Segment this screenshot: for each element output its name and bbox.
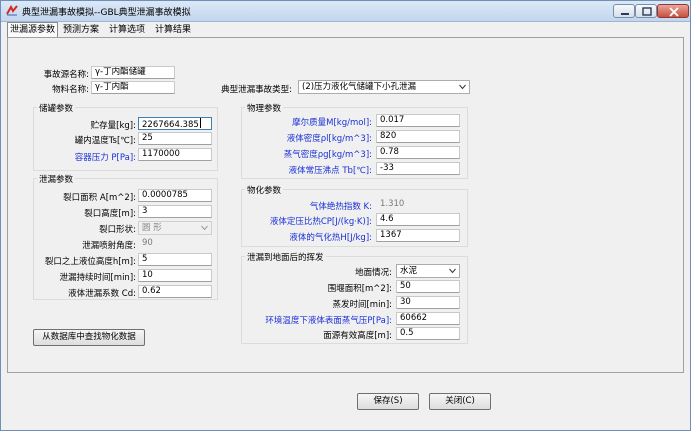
- storage-amount-input[interactable]: 2267664.385: [138, 117, 212, 130]
- ground-condition-label: 地面情况:: [355, 268, 392, 278]
- vessel-pressure-label: 容器压力 P[Pa]:: [74, 153, 136, 163]
- jet-angle-label: 泄漏喷射角度:: [82, 241, 136, 251]
- chevron-down-icon: [459, 84, 466, 90]
- minimize-button[interactable]: [613, 4, 635, 18]
- physical-params-title: 物理参数: [245, 102, 284, 114]
- crack-area-label: 裂口面积 A[m^2]:: [63, 193, 136, 203]
- liquid-density-label: 液体密度ρl[kg/m^3]:: [286, 134, 372, 144]
- liquid-height-input[interactable]: 5: [138, 253, 212, 266]
- accident-type-label: 典型泄漏事故类型:: [221, 85, 292, 95]
- crack-height-label: 裂口高度[m]:: [84, 209, 136, 219]
- close-icon: [669, 7, 679, 17]
- evaporation-title: 泄漏到地面后的挥发: [245, 251, 326, 263]
- save-button[interactable]: 保存(S): [357, 393, 419, 410]
- crack-height-input[interactable]: 3: [138, 205, 212, 218]
- molar-mass-input[interactable]: 0.017: [376, 114, 460, 127]
- jet-angle-input[interactable]: 90: [138, 237, 212, 250]
- liquid-height-label: 裂口之上液位高度h[m]:: [44, 257, 136, 267]
- crack-shape-value: 圆 形: [142, 223, 162, 233]
- heat-capacity-label: 液体定压比热CP[J/(kg·K)]:: [269, 217, 372, 227]
- source-height-input[interactable]: 0.5: [396, 327, 460, 340]
- material-name-label: 物料名称:: [52, 85, 89, 95]
- evaporation-time-label: 蒸发时间[min]:: [332, 300, 392, 310]
- tank-temp-input[interactable]: 25: [138, 132, 212, 145]
- chevron-down-icon: [201, 225, 208, 231]
- leak-coef-label: 液体泄漏系数 Cd:: [68, 289, 136, 299]
- accident-name-label: 事故源名称:: [43, 70, 89, 80]
- cofferdam-area-input[interactable]: 50: [396, 280, 460, 293]
- title-bar[interactable]: 典型泄漏事故模拟--GBL典型泄漏事故模拟: [1, 1, 690, 22]
- ground-condition-value: 水泥: [400, 266, 418, 276]
- storage-amount-value: 2267664.385: [142, 120, 199, 130]
- boiling-point-input[interactable]: -33: [376, 162, 460, 175]
- leak-coef-input[interactable]: 0.62: [138, 285, 212, 298]
- main-window: 典型泄漏事故模拟--GBL典型泄漏事故模拟 泄漏源参数 预测方案 计算选项 计算…: [0, 0, 691, 431]
- leak-duration-label: 泄漏持续时间[min]:: [59, 273, 136, 283]
- maximize-button[interactable]: [635, 4, 657, 18]
- vaporization-heat-input[interactable]: 1367: [376, 229, 460, 242]
- liquid-density-input[interactable]: 820: [376, 130, 460, 143]
- crack-shape-select[interactable]: 圆 形: [138, 221, 212, 235]
- vapor-pressure-label: 环境温度下液体表面蒸气压P[Pa]:: [265, 316, 392, 326]
- lookup-database-button[interactable]: 从数据库中查找物化数据: [33, 329, 145, 346]
- tab-calc-options[interactable]: 计算选项: [109, 23, 145, 37]
- vapor-density-input[interactable]: 0.78: [376, 146, 460, 159]
- leak-duration-input[interactable]: 10: [138, 269, 212, 282]
- ground-condition-select[interactable]: 水泥: [396, 264, 460, 278]
- boiling-point-label: 液体常压沸点 Tb[℃]:: [288, 166, 372, 176]
- accident-name-input[interactable]: γ-丁内酯储罐: [91, 66, 175, 79]
- vaporization-heat-label: 液体的气化热H[J/kg]:: [289, 233, 372, 243]
- tab-source-params[interactable]: 泄漏源参数: [7, 22, 59, 38]
- maximize-icon: [642, 7, 652, 16]
- chevron-down-icon: [449, 268, 456, 274]
- vapor-pressure-input[interactable]: 60662: [396, 312, 460, 325]
- material-name-input[interactable]: γ-丁内酯: [91, 81, 175, 94]
- adiabatic-index-label: 气体绝热指数 K:: [309, 202, 372, 212]
- cofferdam-area-label: 围堰面积[m^2]:: [327, 284, 392, 294]
- heat-capacity-input[interactable]: 4.6: [376, 213, 460, 226]
- tank-temp-label: 罐内温度Ts[℃]:: [74, 136, 136, 146]
- minimize-icon: [621, 13, 629, 15]
- molar-mass-label: 摩尔质量M[kg/mol]:: [292, 118, 372, 128]
- source-height-label: 面源有效高度[m]:: [323, 331, 392, 341]
- vapor-density-label: 蒸气密度ρg[kg/m^3]:: [283, 150, 372, 160]
- accident-type-value: (2)压力液化气储罐下小孔泄漏: [302, 82, 417, 92]
- tab-calc-results[interactable]: 计算结果: [155, 23, 191, 37]
- crack-area-input[interactable]: 0.0000785: [138, 189, 212, 202]
- close-window-button[interactable]: [657, 4, 689, 18]
- text-caret: [199, 118, 201, 128]
- tab-prediction-plan[interactable]: 预测方案: [63, 23, 99, 37]
- accident-type-select[interactable]: (2)压力液化气储罐下小孔泄漏: [298, 80, 470, 94]
- adiabatic-index-input[interactable]: 1.310: [376, 198, 460, 211]
- storage-params-title: 储罐参数: [37, 102, 76, 114]
- chemical-params-title: 物化参数: [245, 184, 284, 196]
- window-title: 典型泄漏事故模拟--GBL典型泄漏事故模拟: [22, 8, 191, 18]
- crack-shape-label: 裂口形状:: [99, 225, 136, 235]
- vessel-pressure-input[interactable]: 1170000: [138, 148, 212, 161]
- source-params-panel: 事故源名称: γ-丁内酯储罐 物料名称: γ-丁内酯 典型泄漏事故类型: (2)…: [7, 37, 684, 373]
- close-button[interactable]: 关闭(C): [429, 393, 491, 410]
- evaporation-time-input[interactable]: 30: [396, 296, 460, 309]
- leak-params-title: 泄漏参数: [37, 173, 76, 185]
- app-icon: [6, 5, 18, 16]
- storage-amount-label: 贮存量[kg]:: [90, 121, 136, 131]
